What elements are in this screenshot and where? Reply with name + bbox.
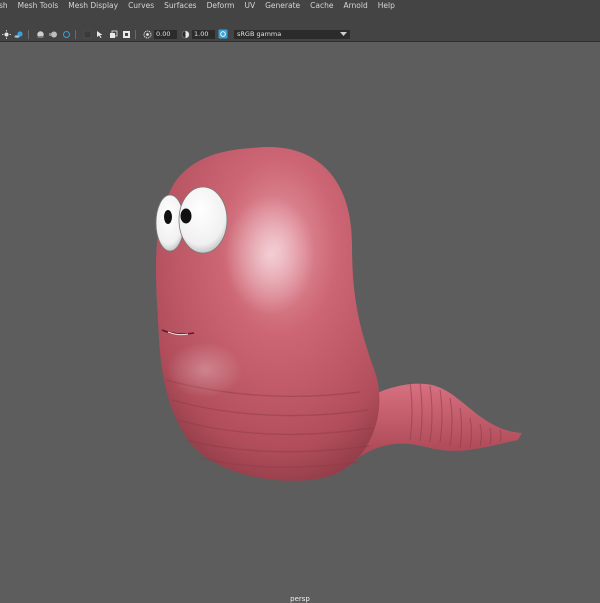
- xray-active-icon[interactable]: [121, 29, 131, 39]
- motion-blur-icon[interactable]: [48, 29, 58, 39]
- menu-mesh-tools[interactable]: Mesh Tools: [13, 0, 64, 11]
- menu-help[interactable]: Help: [373, 0, 400, 11]
- menu-mesh[interactable]: sh: [0, 0, 13, 11]
- menu-arnold[interactable]: Arnold: [338, 0, 372, 11]
- panel-toolbar: 0.00 1.00 sRGB gamma: [0, 27, 600, 42]
- light-icon[interactable]: [1, 29, 11, 39]
- color-space-value: sRGB gamma: [237, 30, 282, 38]
- toolbar-separator: [135, 29, 136, 39]
- menu-generate[interactable]: Generate: [260, 0, 305, 11]
- shelf-area: [0, 11, 600, 27]
- menu-surfaces[interactable]: Surfaces: [159, 0, 201, 11]
- xray-joints-icon[interactable]: [108, 29, 118, 39]
- right-pupil: [180, 208, 192, 224]
- ambient-occlusion-icon[interactable]: [35, 29, 45, 39]
- camera-label: persp: [290, 595, 310, 603]
- menu-curves[interactable]: Curves: [123, 0, 159, 11]
- exposure-field[interactable]: 0.00: [154, 29, 177, 39]
- color-management-icon[interactable]: [218, 29, 228, 39]
- color-space-select[interactable]: sRGB gamma: [234, 29, 350, 39]
- menu-cache[interactable]: Cache: [305, 0, 338, 11]
- chevron-down-icon: [340, 31, 347, 36]
- isolate-select-icon[interactable]: [82, 29, 92, 39]
- gamma-field[interactable]: 1.00: [192, 29, 215, 39]
- menu-mesh-display[interactable]: Mesh Display: [63, 0, 123, 11]
- worm-model: [155, 146, 522, 481]
- toolbar-separator: [28, 29, 29, 39]
- anti-aliasing-icon[interactable]: [61, 29, 71, 39]
- menu-bar: sh Mesh Tools Mesh Display Curves Surfac…: [0, 0, 600, 11]
- shadow-icon[interactable]: [14, 29, 24, 39]
- belly-highlight: [167, 342, 243, 398]
- xray-icon[interactable]: [95, 29, 105, 39]
- menu-uv[interactable]: UV: [239, 0, 260, 11]
- toolbar-separator: [75, 29, 76, 39]
- exposure-icon[interactable]: [142, 29, 152, 39]
- gamma-icon[interactable]: [180, 29, 190, 39]
- left-pupil: [164, 210, 172, 224]
- body-highlight: [225, 195, 315, 315]
- menu-deform[interactable]: Deform: [202, 0, 240, 11]
- viewport-panel[interactable]: persp: [0, 42, 600, 603]
